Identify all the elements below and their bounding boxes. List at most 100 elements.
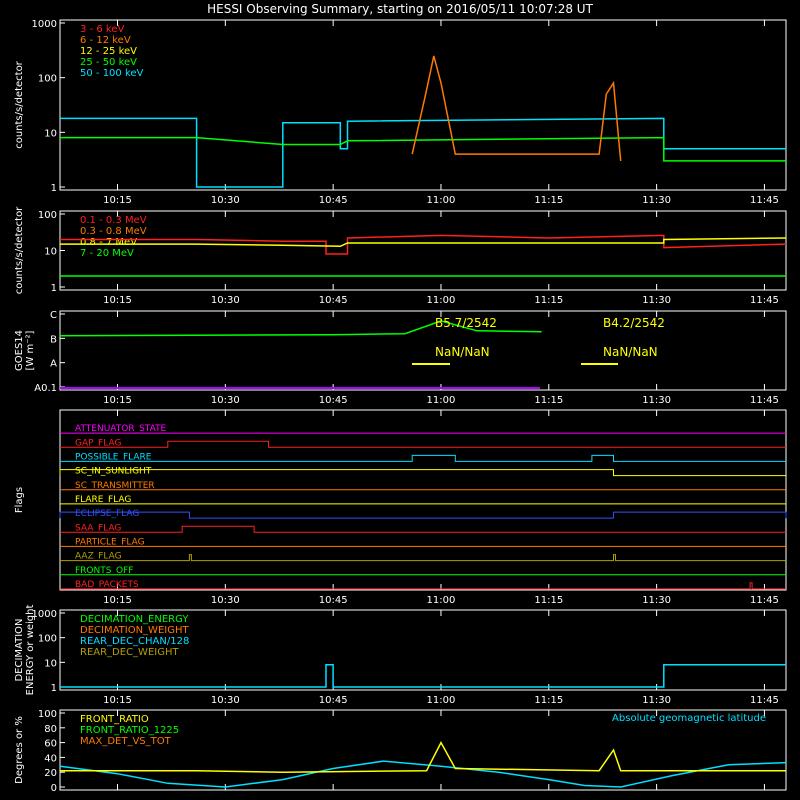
y-axis-label: counts/s/detector	[14, 60, 25, 148]
y-tick-label: 10	[44, 247, 57, 258]
x-tick-label: 10:30	[211, 195, 240, 206]
x-tick-label: 11:30	[642, 295, 671, 306]
y-tick-label: 1	[51, 183, 57, 194]
legend-entry: MAX_DET_VS_TOT	[80, 736, 172, 747]
series-line-0	[59, 760, 787, 788]
goes-annotation: B4.2/2542	[603, 316, 665, 330]
x-tick-label: 10:15	[103, 395, 132, 406]
y-tick-label: 40	[44, 753, 57, 764]
flag-line	[60, 525, 786, 533]
legend-entry: DECIMATION_WEIGHT	[80, 625, 189, 636]
panel-frame	[59, 210, 787, 291]
y-tick-label: B	[50, 334, 57, 345]
y-tick-label: 0	[51, 783, 57, 794]
y-tick-label: 10	[44, 658, 57, 669]
x-tick-label: 10:30	[211, 295, 240, 306]
panel-frame	[59, 310, 787, 391]
x-tick-label: 10:45	[319, 595, 348, 606]
goes-annotation: NaN/NaN	[435, 345, 490, 359]
x-tick-label: 10:30	[211, 395, 240, 406]
y-axis-label: DECIMATION	[14, 618, 25, 681]
hessi-summary-chart: HESSI Observing Summary, starting on 201…	[14, 2, 787, 794]
hessi-summary: HESSI Observing Summary, starting on 201…	[0, 0, 800, 800]
panel-frame	[59, 409, 787, 591]
legend-entry: REAR_DEC_CHAN/128	[80, 636, 189, 647]
series-line-0	[60, 663, 786, 688]
y-tick-label: 80	[44, 724, 57, 735]
x-tick-label: 10:15	[103, 695, 132, 706]
goes-annotation: B5.7/2542	[435, 316, 497, 330]
y-tick-label: 60	[44, 739, 57, 750]
x-tick-label: 11:15	[534, 395, 563, 406]
legend-entry: 12 - 25 keV	[80, 46, 137, 57]
x-tick-label: 11:00	[427, 295, 456, 306]
legend-entry: 0.8 - 7 MeV	[80, 237, 137, 248]
y-tick-label: 1000	[32, 19, 57, 30]
x-tick-label: 11:00	[427, 195, 456, 206]
goes-annotation: NaN/NaN	[603, 345, 658, 359]
legend-entry: FRONT_RATIO	[80, 714, 149, 725]
panel-goes: GOES14 [W m⁻²] A0.1 A B C 10:15 10:30 10:45 11:00…	[14, 310, 787, 406]
y-axis-label: Flags	[14, 487, 25, 513]
x-tick-label: 11:45	[750, 395, 779, 406]
flag-label: SC_IN_SUNLIGHT	[75, 467, 152, 477]
x-tick-label: 10:45	[319, 295, 348, 306]
legend-entry: 50 - 100 keV	[80, 68, 144, 79]
series-line-0	[60, 117, 786, 188]
y-tick-label: 10	[44, 128, 57, 139]
x-tick-label: 11:30	[642, 595, 671, 606]
y-tick-label: A	[50, 359, 57, 370]
flag-line	[60, 440, 786, 448]
x-tick-label: 11:30	[642, 395, 671, 406]
flag-line	[59, 469, 786, 477]
y-tick-label: A0.1	[34, 383, 57, 394]
panel-ratios: Degrees or % 0 20 40 60 80 100 FRONT_RATIOFRONT…	[14, 709, 787, 794]
x-tick-label: 10:15	[103, 295, 132, 306]
x-tick-label: 10:45	[319, 195, 348, 206]
x-tick-label: 11:45	[750, 595, 779, 606]
panel-count-rates-low: counts/s/detector 1 10 100 1000 10:15 10:30 10:…	[14, 19, 787, 206]
latitude-annotation: Absolute geomagnetic latitude	[612, 713, 766, 724]
x-tick-label: 11:45	[750, 295, 779, 306]
y-tick-label: C	[50, 310, 57, 321]
panel-decimation: DECIMATION ENERGY or weight 110100100010:1…	[14, 605, 787, 706]
legend-entry: 6 - 12 keV	[80, 35, 131, 46]
x-tick-label: 11:00	[427, 395, 456, 406]
x-tick-label: 10:45	[319, 395, 348, 406]
legend-entry: 25 - 50 keV	[80, 57, 137, 68]
flag-line	[59, 511, 787, 519]
legend-entry: FRONT_RATIO_1225	[80, 725, 179, 736]
x-tick-label: 10:30	[211, 695, 240, 706]
legend-entry: 7 - 20 MeV	[80, 248, 134, 259]
y-axis-label: Degrees or %	[14, 716, 25, 784]
y-axis-label: GOES14	[14, 330, 25, 371]
x-tick-label: 11:45	[750, 695, 779, 706]
chart-title: HESSI Observing Summary, starting on 201…	[207, 2, 593, 16]
x-tick-label: 11:15	[534, 595, 563, 606]
flag-label: ECLIPSE_FLAG	[75, 509, 139, 519]
y-tick-label: 100	[38, 709, 57, 720]
legend-entry: REAR_DEC_WEIGHT	[80, 647, 179, 658]
x-tick-label: 11:30	[642, 195, 671, 206]
x-tick-label: 10:45	[319, 695, 348, 706]
y-tick-label: 20	[44, 768, 57, 779]
y-tick-label: 1000	[32, 609, 57, 620]
x-tick-label: 10:15	[103, 595, 132, 606]
x-tick-label: 10:30	[211, 595, 240, 606]
legend-entry: 0.3 - 0.8 MeV	[80, 226, 147, 237]
y-tick-label: 100	[38, 634, 57, 645]
flag-line	[60, 554, 786, 562]
y-tick-label: 100	[38, 210, 57, 221]
legend-entry: 0.1 - 0.3 MeV	[80, 215, 147, 226]
flag-line	[60, 454, 786, 462]
x-tick-label: 11:00	[427, 595, 456, 606]
x-tick-label: 11:30	[642, 695, 671, 706]
x-tick-label: 11:45	[750, 195, 779, 206]
x-tick-label: 11:15	[534, 195, 563, 206]
panels: counts/s/detector110100100010:15 10:30 10:…	[14, 19, 787, 794]
flag-line	[60, 582, 786, 590]
panel-flags: Flags 10:15 10:30 10:45 11:00 11:15 11:30 11:45…	[14, 409, 787, 606]
y-tick-label: 100	[38, 74, 57, 85]
legend-entry: DECIMATION_ENERGY	[80, 614, 189, 625]
y-axis-label: counts/s/detector	[14, 206, 25, 294]
